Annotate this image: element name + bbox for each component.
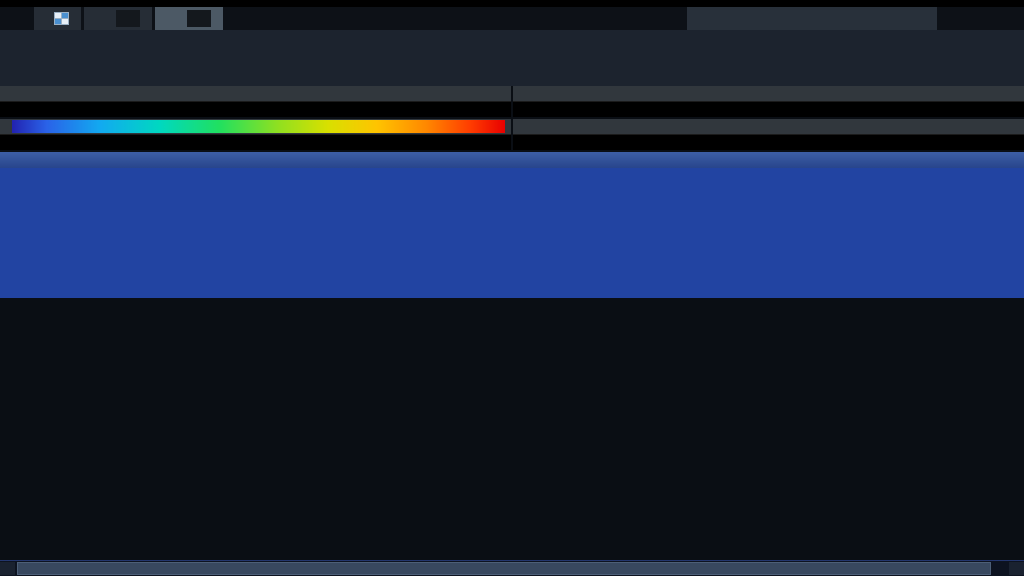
- channel-settings-bar: [0, 30, 1024, 86]
- channel-tab-bar: [0, 7, 1024, 30]
- spectrogram-color-scale[interactable]: [12, 120, 505, 133]
- close-icon[interactable]: [116, 10, 140, 27]
- tab-transient-analysis[interactable]: [155, 7, 223, 30]
- window4-footer: [513, 134, 1024, 150]
- window-full-rf-spectrum: [0, 86, 511, 117]
- window2-footer: [513, 101, 1024, 117]
- scroll-right-icon[interactable]: [1009, 562, 1024, 575]
- tab-list-dropdown[interactable]: [687, 7, 937, 30]
- tabbar-filler: [226, 7, 687, 30]
- window4-titlebar[interactable]: [513, 119, 1024, 134]
- window5-titlebar[interactable]: [0, 152, 1024, 168]
- top-strip: [0, 0, 1024, 7]
- window-full-spectrogram: [0, 119, 511, 150]
- window-chirp-results: [0, 152, 1024, 298]
- measurement-windows-grid: [0, 86, 1024, 150]
- tab-spectrum[interactable]: [84, 7, 152, 30]
- horizontal-scrollbar[interactable]: [0, 560, 1024, 576]
- window-chirp-frequency-deviation: [513, 119, 1024, 150]
- yig-bypass-label: [36, 67, 1024, 82]
- window1-titlebar[interactable]: [0, 86, 511, 101]
- scrollbar-thumb[interactable]: [17, 562, 991, 575]
- scroll-left-icon[interactable]: [0, 562, 15, 575]
- tab-multiview[interactable]: [34, 7, 81, 30]
- window3-footer: [0, 134, 511, 150]
- spectrum-analyzer-window: [0, 0, 1024, 576]
- close-icon[interactable]: [187, 10, 211, 27]
- window2-titlebar[interactable]: [513, 86, 1024, 101]
- window3-titlebar[interactable]: [0, 119, 511, 134]
- window1-footer: [0, 101, 511, 117]
- window-region-fm-time-domain: [513, 86, 1024, 117]
- multiview-grid-icon: [54, 12, 69, 25]
